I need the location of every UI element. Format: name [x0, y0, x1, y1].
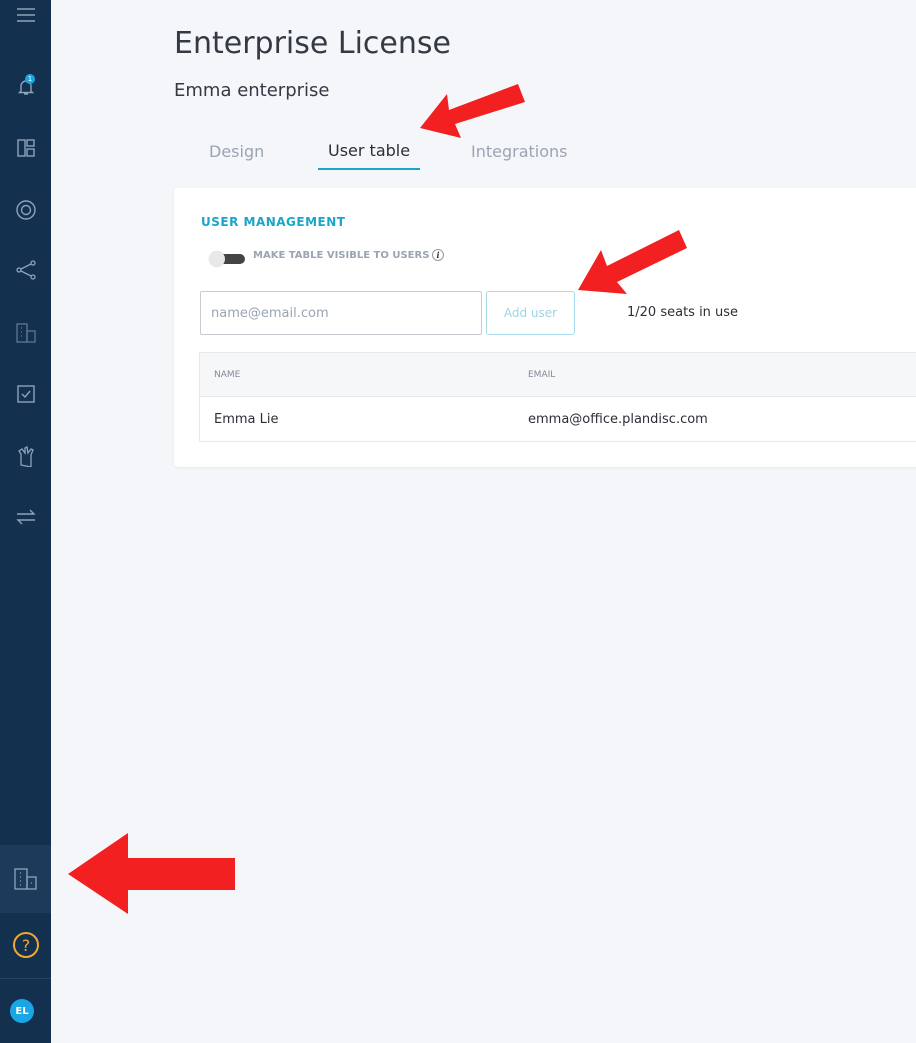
checkbox-icon[interactable]: [0, 374, 51, 414]
tab-user-table[interactable]: User table: [318, 141, 421, 170]
user-table: NAME EMAIL Emma Lie emma@office.plandisc…: [199, 352, 916, 442]
share-icon[interactable]: [0, 250, 51, 290]
cell-name: Emma Lie: [214, 412, 279, 427]
arrow-to-add-user: [578, 230, 687, 294]
svg-text:?: ?: [21, 936, 30, 955]
tab-design[interactable]: Design: [209, 142, 264, 169]
cell-email: emma@office.plandisc.com: [528, 412, 708, 427]
email-input[interactable]: [200, 291, 482, 335]
sidebar: 1 ? EL: [0, 0, 51, 1043]
building-icon[interactable]: [0, 313, 51, 353]
table-header: NAME EMAIL: [200, 353, 916, 397]
user-management-card: USER MANAGEMENT MAKE TABLE VISIBLE TO US…: [174, 188, 916, 467]
sidebar-divider: [0, 978, 51, 979]
column-header-email[interactable]: EMAIL: [528, 370, 555, 380]
seats-in-use: 1/20 seats in use: [627, 305, 739, 320]
toggle-knob: [209, 251, 225, 267]
notification-badge: 1: [25, 74, 35, 84]
enterprise-building-icon[interactable]: [0, 845, 51, 913]
arrow-to-enterprise-icon: [68, 833, 235, 914]
section-title: USER MANAGEMENT: [201, 215, 346, 229]
info-icon[interactable]: i: [432, 249, 444, 261]
page-subtitle: Emma enterprise: [174, 80, 330, 101]
column-header-name[interactable]: NAME: [214, 370, 240, 380]
page-title: Enterprise License: [174, 26, 451, 61]
notifications-button[interactable]: 1: [0, 67, 51, 107]
swap-icon[interactable]: [0, 497, 51, 537]
add-user-button[interactable]: Add user: [486, 291, 575, 335]
tab-integrations[interactable]: Integrations: [471, 142, 568, 169]
arrow-to-user-table-tab: [420, 84, 525, 138]
help-icon[interactable]: ?: [0, 925, 51, 965]
menu-icon[interactable]: [0, 0, 51, 30]
target-icon[interactable]: [0, 190, 51, 230]
visibility-toggle[interactable]: [209, 251, 245, 267]
hand-icon[interactable]: [0, 436, 51, 476]
dashboard-icon[interactable]: [0, 128, 51, 168]
avatar[interactable]: EL: [10, 999, 34, 1023]
toggle-label: MAKE TABLE VISIBLE TO USERS: [253, 250, 430, 261]
